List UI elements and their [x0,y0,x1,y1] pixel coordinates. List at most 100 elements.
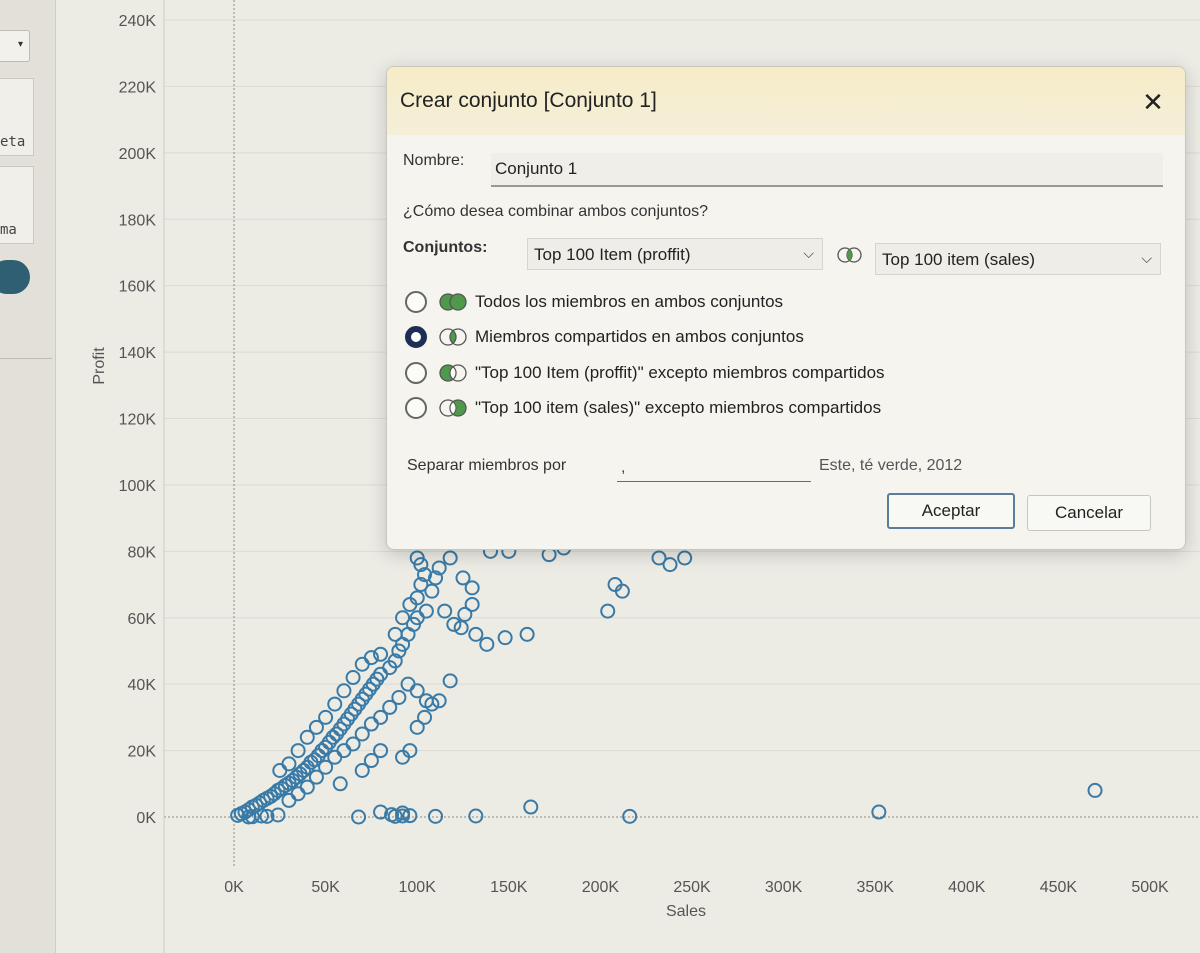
data-point[interactable] [327,749,343,765]
data-point[interactable] [327,696,343,712]
x-tick-label: 50K [311,879,340,896]
data-point[interactable] [541,547,557,563]
data-point[interactable] [318,709,334,725]
data-point[interactable] [281,792,297,808]
sets-label: Conjuntos: [403,239,488,256]
y-tick-label: 240K [119,13,157,30]
data-point[interactable] [457,606,473,622]
data-point[interactable] [424,583,440,599]
data-point[interactable] [345,670,361,686]
left-sidebar: ▾ eta ma [0,0,56,953]
x-tick-label: 350K [857,879,895,896]
data-point[interactable] [332,776,348,792]
data-point[interactable] [336,683,352,699]
separator-example: Este, té verde, 2012 [819,457,963,474]
sidebar-toggle-button[interactable] [0,260,30,294]
data-point[interactable] [418,603,434,619]
data-point[interactable] [387,626,403,642]
y-tick-label: 0K [136,810,156,827]
radio-button[interactable] [405,397,427,419]
radio-button[interactable] [405,326,427,348]
sidebar-dropdown[interactable]: ▾ [0,30,30,62]
data-point[interactable] [600,603,616,619]
combine-option-right-only[interactable]: "Top 100 item (sales)" excepto miembros … [405,395,1025,421]
data-point[interactable] [391,689,407,705]
x-tick-label: 200K [582,879,620,896]
data-point[interactable] [442,673,458,689]
data-point[interactable] [442,550,458,566]
sidebar-card-label-1: eta [0,134,26,150]
venn-intersection-icon [439,328,467,346]
x-tick-label: 300K [765,879,803,896]
y-tick-label: 20K [128,744,157,761]
x-tick-label: 150K [490,879,528,896]
x-tick-label: 400K [948,879,986,896]
combine-option-label: "Top 100 Item (proffit)" excepto miembro… [475,363,885,382]
sidebar-divider [0,358,52,359]
set-name-input[interactable] [491,153,1163,187]
venn-intersection-icon [837,247,862,263]
y-tick-label: 60K [128,611,157,628]
y-tick-label: 140K [119,345,157,362]
data-point[interactable] [519,626,535,642]
combine-option-label: "Top 100 item (sales)" excepto miembros … [475,398,882,417]
data-point[interactable] [400,626,416,642]
y-tick-label: 160K [119,279,157,296]
name-label: Nombre: [403,152,465,169]
data-point[interactable] [677,550,693,566]
data-point[interactable] [281,756,297,772]
venn-left-only-icon [439,364,467,382]
y-tick-label: 200K [119,146,157,163]
data-points [230,540,1103,825]
data-point[interactable] [479,636,495,652]
combine-question: ¿Cómo desea combinar ambos conjuntos? [403,203,709,220]
set2-select[interactable]: Top 100 item (sales) ⌵ [875,243,1161,275]
combine-option-union[interactable]: Todos los miembros en ambos conjuntos [405,289,1025,315]
x-tick-label: 250K [673,879,711,896]
y-tick-label: 180K [119,212,157,229]
x-tick-label: 450K [1040,879,1078,896]
accept-button[interactable]: Aceptar [887,493,1015,529]
x-tick-label: 0K [224,879,244,896]
data-point[interactable] [871,804,887,820]
separator-label: Separar miembros por [407,457,567,474]
x-tick-label: 500K [1131,879,1169,896]
separator-input[interactable] [617,454,811,482]
radio-button[interactable] [405,362,427,384]
data-point[interactable] [354,656,370,672]
chevron-down-icon: ▾ [17,39,23,50]
venn-union-icon [439,293,467,311]
data-point[interactable] [464,580,480,596]
x-axis-ticks: 0K 50K 100K 150K 200K 250K 300K 350K 400K 450K 500… [224,879,1169,896]
y-tick-label: 100K [119,478,157,495]
data-point[interactable] [523,799,539,815]
close-icon[interactable]: ✕ [1141,89,1165,115]
data-point[interactable] [351,809,367,825]
data-point[interactable] [409,719,425,735]
data-point[interactable] [497,630,513,646]
data-point[interactable] [437,603,453,619]
combine-option-left-only[interactable]: "Top 100 Item (proffit)" excepto miembro… [405,360,1025,386]
data-point[interactable] [662,557,678,573]
y-tick-label: 80K [128,544,157,561]
data-point[interactable] [428,808,444,824]
data-point[interactable] [363,716,379,732]
data-point[interactable] [468,626,484,642]
sidebar-card-label-2: ma [0,222,17,238]
data-point[interactable] [468,808,484,824]
cancel-button[interactable]: Cancelar [1027,495,1151,531]
data-point[interactable] [622,808,638,824]
data-point[interactable] [272,763,288,779]
y-axis-title: Profit [91,347,108,385]
combine-option-intersection[interactable]: Miembros compartidos en ambos conjuntos [405,324,1025,350]
dialog-title: Crear conjunto [Conjunto 1] [400,89,657,112]
dialog-titlebar: Crear conjunto [Conjunto 1] ✕ [387,67,1185,135]
radio-button[interactable] [405,291,427,313]
chevron-down-icon: ⌵ [1141,250,1152,266]
set1-select[interactable]: Top 100 Item (proffit) ⌵ [527,238,823,270]
data-point[interactable] [1087,782,1103,798]
set2-select-value: Top 100 item (sales) [882,250,1036,269]
y-axis-ticks: 0K 20K 40K 60K 80K 100K 120K 140K 160K 180K 200K 22… [119,13,157,827]
data-point[interactable] [290,786,306,802]
set1-select-value: Top 100 Item (proffit) [534,245,691,264]
